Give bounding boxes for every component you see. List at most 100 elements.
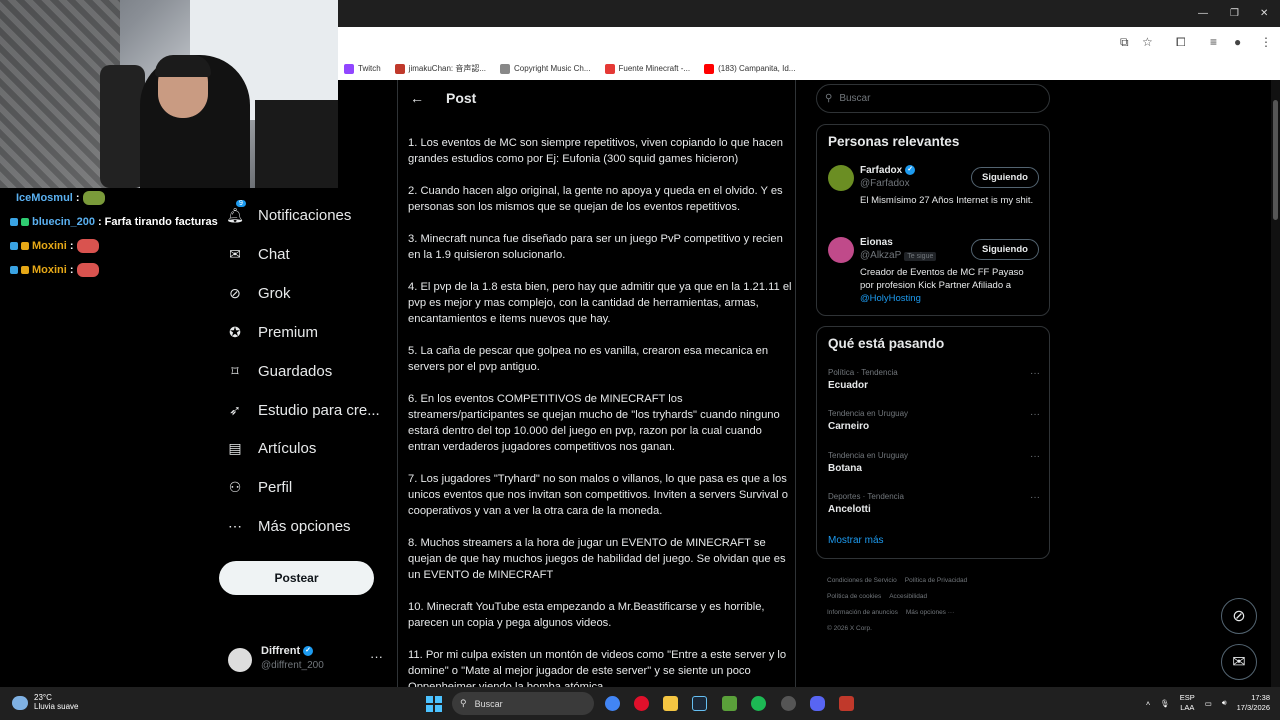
trend-item[interactable]: Tendencia en Uruguay Botana ···: [828, 451, 1040, 474]
badge-icon: [10, 266, 18, 274]
post-paragraph: 3. Minecraft nunca fue diseñado para ser…: [408, 233, 783, 261]
weather-widget[interactable]: 23°C Lluvia suave: [12, 693, 78, 711]
page-icon: [500, 63, 511, 74]
nav-label: Guardados: [258, 362, 333, 380]
nav-more-options[interactable]: ⋯ Más opciones: [226, 517, 351, 535]
person-card[interactable]: Eionas @AlkzaP Te sigue Siguiendo Creador…: [828, 237, 1040, 312]
bio-link[interactable]: @HolyHosting: [860, 293, 921, 304]
file-explorer-icon[interactable]: [663, 696, 678, 711]
steam-icon[interactable]: [692, 696, 707, 711]
more-icon[interactable]: ···: [1030, 492, 1040, 503]
notification-badge: 9: [236, 200, 246, 207]
discord-icon[interactable]: [810, 696, 825, 711]
cast-icon[interactable]: ⧉: [1120, 35, 1129, 50]
bookmark-icon: ⌑: [231, 362, 239, 379]
footer-link[interactable]: Información de anuncios: [827, 609, 898, 616]
trend-name: Carneiro: [828, 421, 870, 432]
volume-icon[interactable]: 🔊︎: [1222, 698, 1227, 708]
search-placeholder: Buscar: [839, 93, 871, 104]
clock[interactable]: 17:38 17/3/2026: [1237, 693, 1270, 713]
nav-creator-studio[interactable]: ➶ Estudio para cre...: [226, 401, 380, 419]
nav-bookmarks[interactable]: ⌑ Guardados: [226, 362, 332, 380]
following-button[interactable]: Siguiendo: [971, 239, 1039, 260]
messages-fab-button[interactable]: ✉: [1221, 644, 1257, 680]
search-icon: ⚲: [825, 93, 833, 104]
grok-fab-button[interactable]: ⊘: [1221, 598, 1257, 634]
footer-link[interactable]: Accesibilidad: [889, 593, 927, 600]
trend-item[interactable]: Política · Tendencia Ecuador ···: [828, 368, 1040, 391]
jimakuchan-icon: [394, 63, 405, 74]
follows-you-badge: Te sigue: [904, 252, 937, 261]
nav-profile[interactable]: ⚇ Perfil: [226, 478, 292, 496]
chat-line: bluecin_200 : Farfa tirando facturas: [10, 210, 225, 234]
post-button[interactable]: Postear: [219, 561, 374, 595]
rocket-icon: ➶: [229, 401, 241, 418]
bookmark-fuente-minecraft[interactable]: Fuente Minecraft -...: [604, 63, 690, 74]
bookmark-twitch[interactable]: Twitch: [344, 63, 381, 74]
nav-notifications[interactable]: 🔔︎ 9 Notificaciones: [226, 200, 351, 224]
emote-icon: [82, 191, 105, 205]
more-icon[interactable]: ···: [1030, 368, 1040, 379]
minimize-icon[interactable]: —: [1198, 8, 1208, 19]
opera-icon[interactable]: [634, 696, 649, 711]
nav-articles[interactable]: ▤ Artículos: [226, 439, 316, 457]
windows-start-icon[interactable]: [426, 696, 442, 712]
microphone-icon[interactable]: 🎙︎: [1160, 699, 1170, 708]
post-paragraph: 4. El pvp de la 1.8 esta bien, pero hay …: [408, 281, 792, 325]
close-icon[interactable]: ✕: [1260, 8, 1268, 19]
bookmark-jimakuchan[interactable]: jimakuChan: 音声認...: [394, 63, 486, 74]
chevron-up-icon[interactable]: ˄: [1146, 699, 1150, 708]
post-paragraph: 7. Los jugadores "Tryhard" no son malos …: [408, 473, 788, 517]
star-icon[interactable]: ☆: [1142, 35, 1153, 49]
maximize-icon[interactable]: ❐: [1230, 8, 1239, 19]
following-button[interactable]: Siguiendo: [971, 167, 1039, 188]
nav-chat[interactable]: ✉ Chat: [226, 245, 290, 263]
person-name: Eionas: [860, 237, 893, 248]
post-header: ← Post: [398, 80, 795, 116]
bookmark-copyright-music[interactable]: Copyright Music Ch...: [500, 63, 591, 74]
post-paragraph: 8. Muchos streamers a la hora de jugar u…: [408, 537, 786, 581]
chat-username: IceMosmul: [16, 192, 73, 204]
scrollbar-thumb[interactable]: [1273, 100, 1278, 220]
app-icon[interactable]: [839, 696, 854, 711]
back-arrow-icon[interactable]: ←: [410, 90, 424, 106]
trend-item[interactable]: Tendencia en Uruguay Carneiro ···: [828, 409, 1040, 432]
trending-panel: Qué está pasando Política · Tendencia Ec…: [816, 326, 1050, 559]
show-more-link[interactable]: Mostrar más: [828, 535, 884, 546]
kebab-menu-icon[interactable]: ⋮: [1260, 35, 1272, 49]
copyright: © 2026 X Corp.: [827, 625, 872, 632]
verified-icon: ✓: [905, 165, 916, 176]
person-card[interactable]: Farfadox ✓ @Farfadox Siguiendo El Mismísi…: [828, 165, 1040, 225]
footer-link[interactable]: Política de cookies: [827, 593, 881, 600]
trend-item[interactable]: Deportes · Tendencia Ancelotti ···: [828, 492, 1040, 515]
nav-grok[interactable]: ⊘ Grok: [226, 284, 290, 302]
more-icon[interactable]: ···: [370, 649, 383, 664]
scrollbar[interactable]: [1271, 80, 1280, 687]
nav-label: Premium: [258, 323, 319, 341]
avatar[interactable]: ●: [1234, 35, 1241, 49]
footer-link[interactable]: Más opciones ···: [906, 609, 954, 616]
search-icon: ⚲: [460, 698, 467, 708]
chrome-icon[interactable]: [605, 696, 620, 711]
weather-temp: 23°C: [34, 693, 52, 702]
bookmark-youtube[interactable]: (183) Campanita, Id...: [704, 63, 795, 74]
minecraft-icon[interactable]: [722, 696, 737, 711]
language-indicator[interactable]: ESP LAA: [1180, 693, 1195, 713]
obs-icon[interactable]: [781, 696, 796, 711]
footer-link[interactable]: Política de Privacidad: [905, 577, 968, 584]
avatar: [828, 165, 854, 191]
person-handle: @Farfadox: [860, 178, 910, 189]
footer-link[interactable]: Condiciones de Servicio: [827, 577, 897, 584]
media-icon[interactable]: ≡: [1210, 35, 1217, 49]
search-input[interactable]: ⚲ Buscar: [816, 84, 1050, 113]
more-icon[interactable]: ···: [1030, 451, 1040, 462]
spotify-icon[interactable]: [751, 696, 766, 711]
chat-line: IceMosmul:: [10, 186, 225, 210]
nav-premium[interactable]: ✪ Premium: [226, 323, 318, 341]
network-icon[interactable]: ▭: [1205, 699, 1212, 708]
extensions-icon[interactable]: ⧠: [1176, 35, 1186, 50]
stream-chat: IceMosmul: bluecin_200 : Farfa tirando f…: [10, 186, 225, 282]
more-icon[interactable]: ···: [1030, 409, 1040, 420]
account-switcher[interactable]: Diffrent ✓ @diffrent_200 ···: [228, 643, 388, 677]
taskbar-search[interactable]: ⚲ Buscar: [452, 692, 594, 715]
